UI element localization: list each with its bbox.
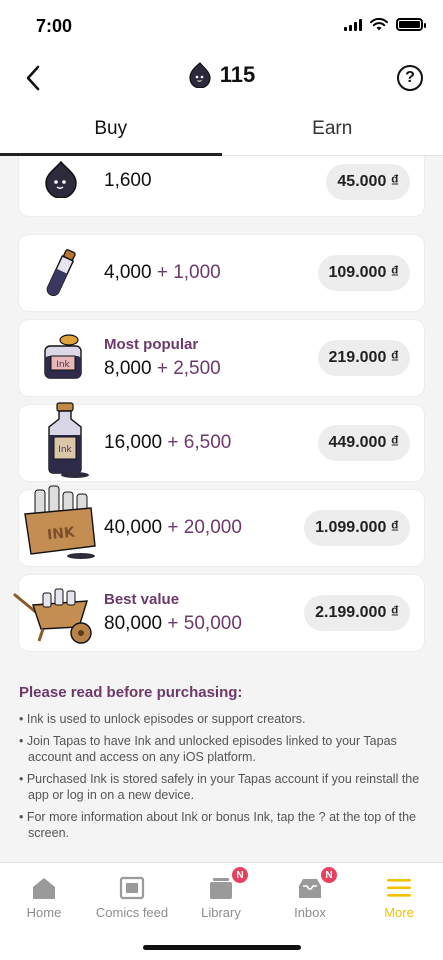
ink-amount: 4,000 + 1,000 bbox=[104, 262, 221, 283]
info-item: • Purchased Ink is stored safely in your… bbox=[19, 772, 420, 802]
price-button[interactable]: 109.000 ₫ bbox=[317, 255, 410, 291]
package-tag: Most popular bbox=[104, 336, 199, 353]
ink-jar-icon: Ink bbox=[44, 334, 82, 379]
info-item: • Ink is used to unlock episodes or supp… bbox=[19, 712, 306, 726]
cellular-signal-icon bbox=[344, 18, 362, 31]
wifi-icon bbox=[370, 18, 388, 31]
svg-text:INK: INK bbox=[46, 524, 76, 543]
nav-label: Library bbox=[201, 905, 241, 920]
inbox-icon bbox=[299, 879, 321, 898]
ink-drop-icon bbox=[45, 160, 77, 198]
bonus-amount: + 2,500 bbox=[156, 358, 221, 379]
home-indicator bbox=[143, 945, 301, 950]
ink-package-card[interactable]: INK 40,000 + 20,000 1.099.000 ₫ bbox=[19, 485, 424, 566]
ink-store-list: 1,600 45.000 ₫ 4,000 + 1,000 109.000 ₫ I… bbox=[0, 156, 443, 862]
help-button[interactable]: ? bbox=[397, 65, 423, 91]
ink-package-card[interactable]: Ink 16,000 + 6,500 449.000 ₫ bbox=[19, 402, 424, 481]
status-icons bbox=[344, 18, 426, 31]
balance-value: 115 bbox=[219, 62, 256, 87]
package-tag: Best value bbox=[104, 591, 180, 608]
price-button[interactable]: 449.000 ₫ bbox=[317, 425, 410, 461]
comics-feed-icon bbox=[119, 876, 145, 900]
ink-vial-icon bbox=[46, 249, 76, 296]
ink-crate-icon: INK bbox=[24, 485, 96, 559]
help-icon: ? bbox=[405, 69, 415, 86]
price-button[interactable]: 219.000 ₫ bbox=[317, 340, 410, 376]
bonus-amount: + 1,000 bbox=[156, 262, 221, 283]
ink-amount: 40,000 + 20,000 bbox=[104, 517, 242, 538]
tab-buy[interactable]: Buy bbox=[0, 104, 222, 156]
home-icon bbox=[33, 878, 55, 899]
nav-home[interactable]: Home bbox=[0, 875, 88, 920]
ink-package-card[interactable]: Best value 80,000 + 50,000 2.199.000 ₫ bbox=[13, 575, 424, 651]
bonus-amount: + 6,500 bbox=[167, 432, 232, 453]
svg-text:Ink: Ink bbox=[58, 445, 72, 455]
top-bar: 115 ? bbox=[0, 52, 443, 104]
library-icon bbox=[210, 878, 232, 899]
ink-amount: 80,000 + 50,000 bbox=[104, 613, 242, 634]
tab-earn[interactable]: Earn bbox=[222, 104, 443, 155]
svg-text:Ink: Ink bbox=[56, 360, 70, 370]
price-button[interactable]: 45.000 ₫ bbox=[326, 164, 410, 200]
nav-label: More bbox=[384, 905, 414, 920]
ink-package-card[interactable]: Ink Most popular 8,000 + 2,500 219.000 ₫ bbox=[19, 320, 424, 396]
ink-amount: 8,000 + 2,500 bbox=[104, 358, 221, 379]
notification-badge: N bbox=[319, 865, 339, 885]
bonus-amount: + 20,000 bbox=[167, 517, 242, 538]
nav-more[interactable]: More bbox=[355, 875, 443, 920]
notification-badge: N bbox=[230, 865, 250, 885]
ink-balance: 115 bbox=[0, 62, 443, 88]
ink-amount: 1,600 bbox=[104, 170, 152, 191]
info-item: • Join Tapas to have Ink and unlocked ep… bbox=[19, 734, 397, 764]
price-button[interactable]: 2.199.000 ₫ bbox=[304, 595, 410, 631]
nav-label: Comics feed bbox=[95, 905, 169, 920]
nav-label: Inbox bbox=[294, 905, 326, 920]
nav-library[interactable]: N Library bbox=[177, 865, 265, 920]
info-item: • For more information about Ink or bonu… bbox=[19, 810, 416, 840]
battery-icon bbox=[396, 18, 426, 31]
status-bar: 7:00 bbox=[0, 0, 443, 52]
ink-bottle-icon: Ink bbox=[48, 402, 89, 478]
status-time: 7:00 bbox=[36, 16, 73, 36]
info-title: Please read before purchasing: bbox=[19, 684, 243, 701]
ink-amount: 16,000 + 6,500 bbox=[104, 432, 232, 453]
menu-icon bbox=[387, 879, 411, 897]
nav-comics-feed[interactable]: Comics feed bbox=[88, 875, 176, 920]
price-button[interactable]: 1.099.000 ₫ bbox=[304, 510, 410, 546]
ink-drop-icon bbox=[189, 62, 211, 88]
bonus-amount: + 50,000 bbox=[167, 613, 242, 634]
tab-bar: Buy Earn bbox=[0, 104, 443, 156]
ink-package-card[interactable]: 4,000 + 1,000 109.000 ₫ bbox=[19, 235, 424, 311]
nav-inbox[interactable]: N Inbox bbox=[266, 865, 354, 920]
ink-wheelbarrow-icon bbox=[13, 588, 92, 644]
nav-label: Home bbox=[26, 905, 62, 920]
purchase-info: Please read before purchasing: • Ink is … bbox=[19, 684, 424, 847]
ink-package-card[interactable]: 1,600 45.000 ₫ bbox=[19, 156, 424, 216]
